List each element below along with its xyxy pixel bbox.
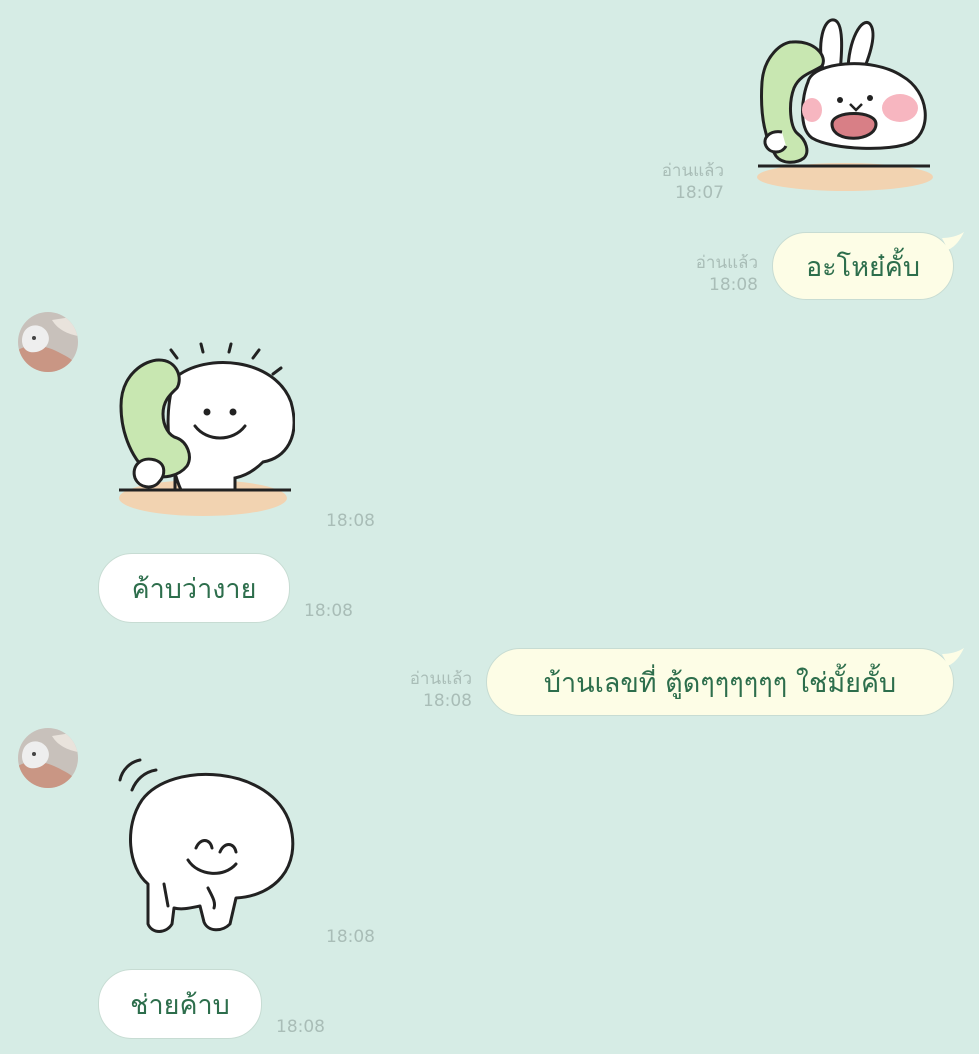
message-time: 18:08 — [423, 691, 472, 711]
incoming-message-bubble[interactable]: ค้าบว่างาย — [98, 553, 290, 623]
read-receipt: อ่านแล้ว — [409, 669, 472, 689]
message-time: 18:08 — [326, 927, 375, 947]
incoming-message-bubble[interactable]: ช่ายค้าบ — [98, 969, 262, 1039]
message-meta: อ่านแล้ว 18:08 — [388, 668, 472, 712]
blob-bow-sticker[interactable] — [112, 756, 298, 936]
message-time: 18:08 — [276, 1017, 325, 1037]
avatar[interactable] — [18, 728, 78, 788]
rabbit-phone-sticker[interactable] — [752, 12, 937, 194]
blob-phone-sticker[interactable] — [115, 338, 296, 520]
message-time: 18:08 — [709, 275, 758, 295]
bubble-tail-icon — [942, 648, 964, 666]
message-meta: 18:08 — [276, 1016, 325, 1038]
message-time: 18:08 — [326, 511, 375, 531]
message-meta: อ่านแล้ว 18:08 — [674, 252, 758, 296]
message-meta: อ่านแล้ว 18:07 — [640, 160, 724, 204]
bubble-tail-icon — [942, 232, 964, 250]
outgoing-message-bubble[interactable]: อะโหย๋คั้บ — [772, 232, 954, 300]
message-text: อะโหย๋คั้บ — [805, 251, 921, 283]
message-text: ค้าบว่างาย — [131, 573, 257, 605]
message-meta: 18:08 — [326, 926, 375, 948]
message-time: 18:08 — [304, 601, 353, 621]
message-text: บ้านเลขที่ ตู้ดๆๆๆๆๆๆ ใช่มั้ยคั้บ — [543, 667, 897, 699]
read-receipt: อ่านแล้ว — [695, 253, 758, 273]
avatar[interactable] — [18, 312, 78, 372]
read-receipt: อ่านแล้ว — [661, 161, 724, 181]
message-meta: 18:08 — [304, 600, 353, 622]
message-meta: 18:08 — [326, 510, 375, 532]
outgoing-message-bubble[interactable]: บ้านเลขที่ ตู้ดๆๆๆๆๆๆ ใช่มั้ยคั้บ — [486, 648, 954, 716]
message-time: 18:07 — [675, 183, 724, 203]
message-text: ช่ายค้าบ — [130, 989, 230, 1021]
